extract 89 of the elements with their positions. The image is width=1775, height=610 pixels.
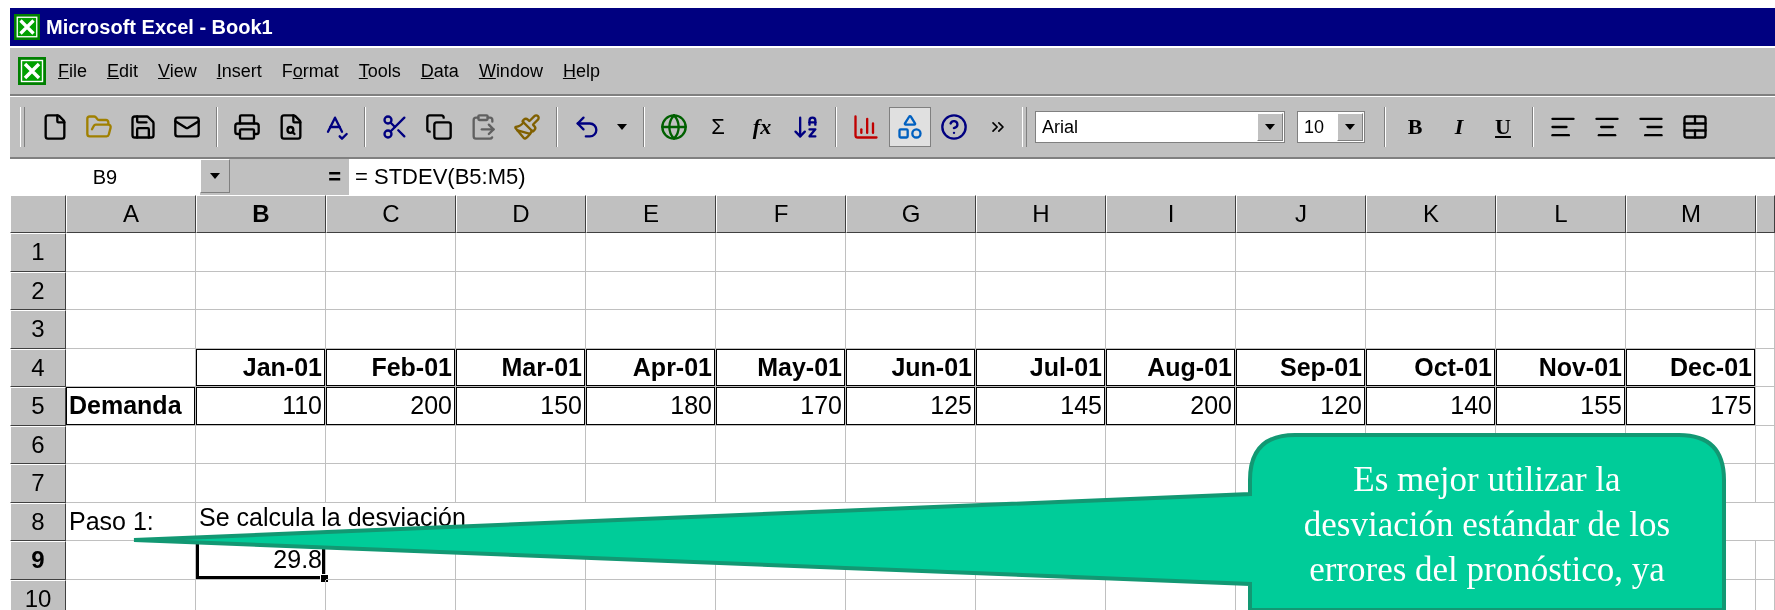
drawing-icon[interactable] — [889, 107, 931, 147]
column-header[interactable]: M — [1626, 195, 1756, 233]
column-header-cell: Sep-01 — [1236, 348, 1366, 387]
column-header[interactable]: D — [456, 195, 586, 233]
row-header[interactable]: 8 — [10, 502, 66, 541]
empty-cell — [1756, 348, 1775, 387]
menu-item[interactable]: File — [50, 58, 95, 84]
menu-item[interactable]: Help — [554, 58, 608, 84]
column-header[interactable]: K — [1366, 195, 1496, 233]
menu-item[interactable]: Edit — [99, 58, 147, 84]
column-header[interactable]: I — [1106, 195, 1236, 233]
excel-logo-icon — [14, 14, 40, 40]
caret-icon — [1345, 124, 1355, 130]
window-title: Microsoft Excel - Book1 — [46, 15, 273, 39]
font-size-field[interactable]: 10 — [1297, 111, 1365, 143]
data-cell: 200 — [326, 387, 456, 426]
data-cell: 145 — [976, 387, 1106, 426]
function-button[interactable]: fx — [741, 107, 783, 147]
row-header[interactable]: 9 — [10, 541, 66, 580]
menu-item[interactable]: Window — [470, 58, 551, 84]
caret-icon — [210, 173, 220, 179]
column-header-cell: Mar-01 — [456, 348, 586, 387]
data-cell: 125 — [846, 387, 976, 426]
menu-item[interactable]: View — [150, 58, 205, 84]
row-header[interactable]: 7 — [10, 464, 66, 503]
empty-cell — [1756, 541, 1775, 580]
column-header[interactable] — [1756, 195, 1775, 233]
menu-item[interactable]: Format — [273, 58, 347, 84]
empty-cell — [1756, 464, 1775, 503]
dropdown-button[interactable] — [200, 159, 230, 193]
column-header[interactable]: A — [66, 195, 196, 233]
data-cell: 200 — [1106, 387, 1236, 426]
column-header-cell: Feb-01 — [326, 348, 456, 387]
column-header-cell: Oct-01 — [1366, 348, 1496, 387]
row-header[interactable]: 4 — [10, 348, 66, 387]
row-header[interactable]: 10 — [10, 579, 66, 610]
autosum-button[interactable]: Σ — [697, 107, 739, 147]
empty-cell — [1756, 425, 1775, 464]
equals-sign: = — [327, 164, 342, 190]
font-field[interactable]: Arial — [1035, 111, 1285, 143]
excel-logo-icon — [18, 57, 46, 85]
column-header-cell: Jan-01 — [196, 348, 326, 387]
menu-item[interactable]: Tools — [350, 58, 409, 84]
row-label: Demanda — [66, 387, 196, 426]
empty-cell — [1756, 387, 1775, 426]
column-header-cell: Dec-01 — [1626, 348, 1756, 387]
column-header[interactable]: G — [846, 195, 976, 233]
name-box[interactable]: B9 — [10, 159, 200, 195]
column-header[interactable]: F — [716, 195, 846, 233]
column-header[interactable]: B — [196, 195, 326, 233]
column-header-cell: Nov-01 — [1496, 348, 1626, 387]
caret-icon — [617, 124, 627, 130]
column-header[interactable]: H — [976, 195, 1106, 233]
formula-field[interactable]: = STDEV(B5:M5) — [349, 159, 1775, 195]
data-cell: 120 — [1236, 387, 1366, 426]
column-header-cell: Aug-01 — [1106, 348, 1236, 387]
dropdown-button[interactable] — [1337, 113, 1363, 141]
column-header-cell: Jun-01 — [846, 348, 976, 387]
fill-handle[interactable] — [320, 573, 329, 583]
row-header[interactable]: 6 — [10, 425, 66, 464]
data-cell: 170 — [716, 387, 846, 426]
data-cell: 155 — [1496, 387, 1626, 426]
data-cell: 110 — [196, 387, 326, 426]
column-header-cell: Apr-01 — [586, 348, 716, 387]
empty-cell — [1756, 310, 1775, 349]
row-header[interactable]: 5 — [10, 387, 66, 426]
row-header[interactable]: 3 — [10, 310, 66, 349]
menu-item[interactable]: Data — [412, 58, 467, 84]
dropdown-button[interactable] — [1257, 113, 1283, 141]
caret-icon — [1265, 124, 1275, 130]
menu-item[interactable]: Insert — [208, 58, 270, 84]
column-header[interactable]: E — [586, 195, 716, 233]
select-all-corner[interactable] — [10, 195, 66, 233]
empty-cell — [1756, 271, 1775, 310]
data-cell: 175 — [1626, 387, 1756, 426]
column-header[interactable]: L — [1496, 195, 1626, 233]
column-header[interactable]: C — [326, 195, 456, 233]
data-cell: 180 — [586, 387, 716, 426]
data-cell: 150 — [456, 387, 586, 426]
underline-button[interactable]: U — [1482, 107, 1524, 147]
active-cell[interactable]: 29.8 — [196, 541, 326, 580]
data-cell: 140 — [1366, 387, 1496, 426]
column-header-cell: May-01 — [716, 348, 846, 387]
column-header[interactable]: J — [1236, 195, 1366, 233]
row-header[interactable]: 1 — [10, 233, 66, 272]
row-header[interactable]: 2 — [10, 271, 66, 310]
italic-button[interactable]: I — [1438, 107, 1480, 147]
column-header-cell: Jul-01 — [976, 348, 1106, 387]
bold-button[interactable]: B — [1394, 107, 1436, 147]
